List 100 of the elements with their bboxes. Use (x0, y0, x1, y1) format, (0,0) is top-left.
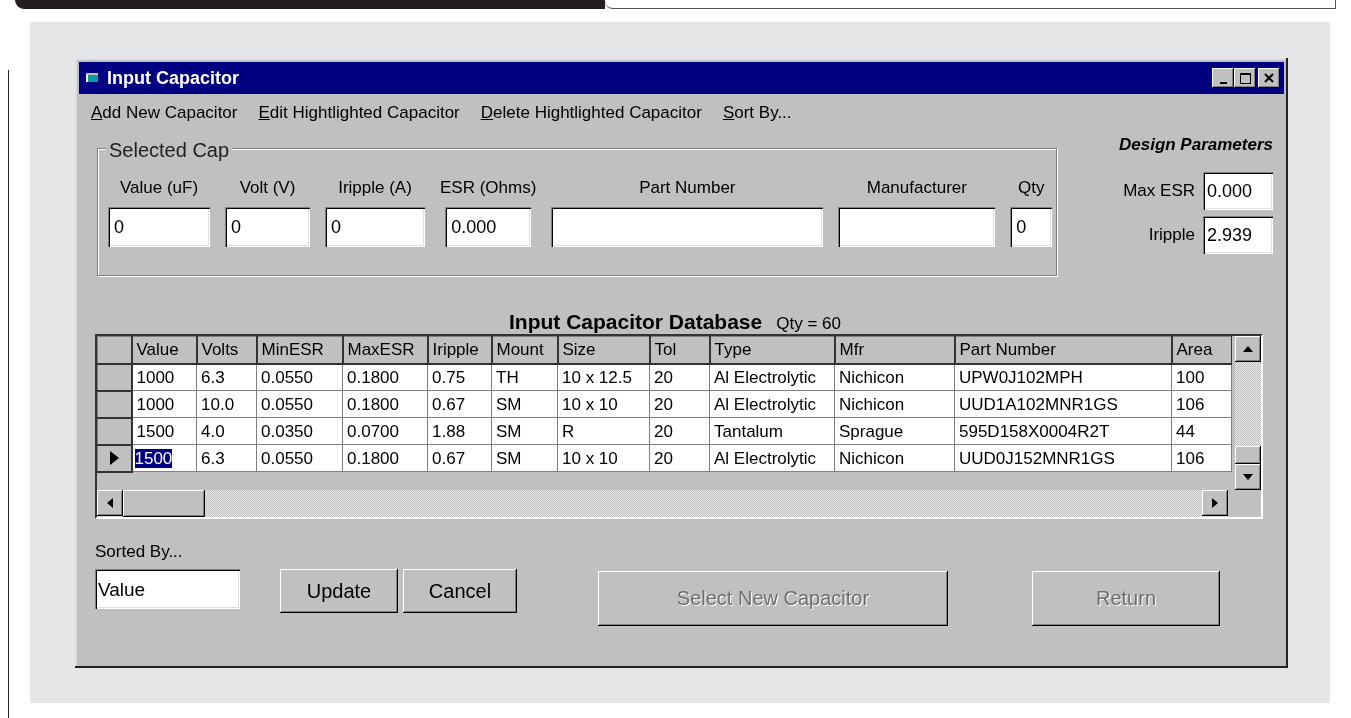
row-header[interactable] (97, 444, 132, 472)
input-field[interactable]: 0 (108, 206, 210, 247)
table-cell: 1000 (131, 390, 197, 418)
table-cell: UUD0J152MNR1GS (954, 444, 1172, 472)
table-cell: 0.67 (427, 444, 492, 472)
table-cell: 0.0350 (256, 417, 343, 445)
table-cell: Nichicon (834, 390, 955, 418)
input-field[interactable]: 2.939 (1203, 215, 1273, 254)
scroll-thumb[interactable] (1235, 446, 1261, 464)
column-header[interactable]: Iripple (427, 336, 492, 364)
input-field[interactable] (838, 206, 996, 247)
scroll-right-button[interactable] (1202, 490, 1228, 516)
table-cell: 1000 (131, 363, 197, 391)
input-field[interactable]: 0 (225, 206, 310, 247)
table-cell: 595D158X0004R2T (954, 417, 1172, 445)
field-label: Iripple (1148, 223, 1195, 246)
table-cell: 1500 (131, 417, 197, 445)
column-header[interactable]: MaxESR (342, 336, 428, 364)
input-field[interactable] (551, 206, 824, 247)
vertical-scrollbar[interactable] (1235, 336, 1261, 490)
row-header[interactable] (97, 417, 132, 445)
button[interactable]: Cancel (403, 568, 517, 613)
table-cell: SM (491, 390, 558, 418)
window-icon (85, 71, 101, 85)
input-field[interactable]: 0.000 (1203, 171, 1273, 210)
table-cell: 0.67 (427, 390, 492, 418)
column-header[interactable]: MinESR (256, 336, 343, 364)
table-cell: Al Electrolytic (709, 390, 835, 418)
row-header[interactable] (97, 390, 132, 418)
close-icon (1264, 73, 1274, 83)
table-cell: 10 x 10 (557, 444, 650, 472)
input-field[interactable]: 0 (1010, 206, 1053, 247)
input-field[interactable]: 0 (325, 206, 425, 247)
scroll-down-button[interactable] (1235, 464, 1261, 490)
right-arrow-icon (1212, 498, 1218, 508)
minimize-icon (1219, 82, 1227, 84)
table-cell: Al Electrolytic (709, 444, 835, 472)
column-header[interactable]: Type (709, 336, 835, 364)
down-arrow-icon (1243, 474, 1253, 480)
scroll-left-button[interactable] (97, 490, 123, 516)
section-title: Design Parameters (1117, 134, 1273, 156)
table-cell: Tantalum (709, 417, 835, 445)
table-cell: Nichicon (834, 444, 955, 472)
grid-title: Input Capacitor Database (509, 309, 763, 335)
column-header[interactable]: Size (557, 336, 650, 364)
field-label: Volt (V) (239, 177, 296, 199)
maximize-icon (1239, 72, 1251, 84)
table-cell: Sprague (834, 417, 955, 445)
table-cell: 0.1800 (342, 444, 428, 472)
column-header[interactable]: Value (131, 336, 197, 364)
input-field[interactable]: 0.000 (445, 206, 532, 247)
scroll-up-button[interactable] (1235, 336, 1261, 362)
column-header[interactable]: Mfr (834, 336, 955, 364)
table-cell: 0.0550 (256, 390, 343, 418)
left-arrow-icon (107, 498, 113, 508)
field-label: Iripple (A) (338, 177, 412, 199)
field-label: Max ESR (1123, 179, 1195, 202)
column-header[interactable]: Part Number (954, 336, 1172, 364)
scroll-thumb[interactable] (123, 490, 205, 517)
table-cell: 0.0700 (342, 417, 428, 445)
menu-item[interactable]: Edit Hightlighted Capacitor (258, 100, 460, 128)
row-pointer-icon (108, 450, 121, 466)
field-label: Qty (1018, 177, 1045, 199)
table-cell: 1.88 (427, 417, 492, 445)
field-label: Manufacturer (866, 177, 967, 199)
minimize-button[interactable] (1212, 68, 1234, 88)
menu-item[interactable]: Delete Hightlighted Capacitor (480, 100, 702, 128)
window-title: Input Capacitor (107, 66, 240, 90)
table-cell: 0.75 (427, 363, 492, 391)
record-count: Qty = 60 (776, 313, 841, 335)
menu-item[interactable]: Sort By... (722, 100, 792, 128)
column-header[interactable]: Mount (491, 336, 558, 364)
table-cell: 0.0550 (256, 363, 343, 391)
table-cell: Al Electrolytic (709, 363, 835, 391)
table-cell: Nichicon (834, 363, 955, 391)
table-cell: R (557, 417, 650, 445)
maximize-button[interactable] (1234, 68, 1256, 88)
table-cell: 10 x 12.5 (557, 363, 650, 391)
horizontal-scrollbar[interactable] (97, 490, 1228, 517)
menu-item[interactable]: Add New Capacitor (91, 100, 238, 128)
column-header[interactable]: Volts (196, 336, 257, 364)
table-cell: SM (491, 444, 558, 472)
column-header[interactable]: Tol (649, 336, 710, 364)
input-field[interactable]: Value (95, 568, 240, 609)
close-button[interactable] (1258, 68, 1280, 88)
field-label: Sorted By... (95, 541, 184, 563)
table-cell: 0.1800 (342, 390, 428, 418)
button[interactable]: Update (280, 568, 398, 613)
field-label: Value (uF) (119, 177, 199, 199)
column-header[interactable]: Area (1171, 336, 1232, 364)
field-label: Part Number (639, 177, 736, 199)
table-cell: TH (491, 363, 558, 391)
table-cell: 10 x 10 (557, 390, 650, 418)
table-cell: 1500 (134, 448, 173, 468)
table-cell: UUD1A102MNR1GS (954, 390, 1172, 418)
table-cell: 0.1800 (342, 363, 428, 391)
table-cell: UPW0J102MPH (954, 363, 1172, 391)
table-cell: 0.0550 (256, 444, 343, 472)
row-header[interactable] (97, 363, 132, 391)
up-arrow-icon (1243, 346, 1253, 352)
